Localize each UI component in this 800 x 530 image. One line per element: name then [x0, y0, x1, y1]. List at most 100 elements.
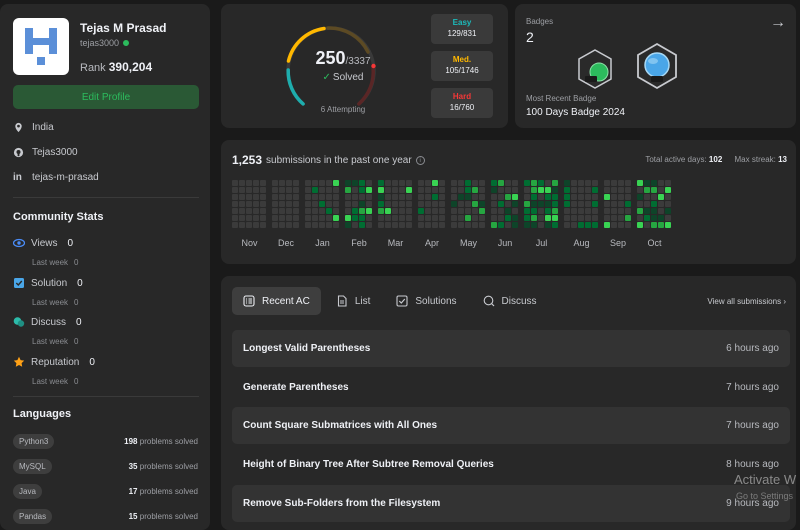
heatmap-cell[interactable]: [552, 187, 558, 193]
heatmap-cell[interactable]: [326, 201, 332, 207]
heatmap-cell[interactable]: [378, 180, 384, 186]
heatmap-cell[interactable]: [432, 201, 438, 207]
heatmap-cell[interactable]: [571, 201, 577, 207]
heatmap-cell[interactable]: [345, 194, 351, 200]
heatmap-cell[interactable]: [279, 208, 285, 214]
heatmap-cell[interactable]: [618, 215, 624, 221]
heatmap-cell[interactable]: [479, 194, 485, 200]
heatmap-cell[interactable]: [524, 215, 530, 221]
heatmap-cell[interactable]: [658, 180, 664, 186]
submission-row[interactable]: Height of Binary Tree After Subtree Remo…: [232, 446, 790, 483]
heatmap-cell[interactable]: [512, 187, 518, 193]
heatmap-cell[interactable]: [604, 194, 610, 200]
heatmap-cell[interactable]: [305, 194, 311, 200]
heatmap-cell[interactable]: [272, 222, 278, 228]
heatmap-cell[interactable]: [352, 180, 358, 186]
tab-recent-ac[interactable]: Recent AC: [232, 287, 321, 315]
heatmap-cell[interactable]: [524, 180, 530, 186]
heatmap-cell[interactable]: [531, 180, 537, 186]
heatmap-cell[interactable]: [472, 215, 478, 221]
heatmap-cell[interactable]: [604, 201, 610, 207]
heatmap-cell[interactable]: [385, 194, 391, 200]
heatmap-cell[interactable]: [425, 208, 431, 214]
heatmap-cell[interactable]: [524, 201, 530, 207]
heatmap-cell[interactable]: [279, 194, 285, 200]
heatmap-cell[interactable]: [658, 215, 664, 221]
heatmap-cell[interactable]: [465, 215, 471, 221]
heatmap-cell[interactable]: [246, 201, 252, 207]
heatmap-cell[interactable]: [385, 222, 391, 228]
heatmap-cell[interactable]: [432, 194, 438, 200]
heatmap-cell[interactable]: [512, 222, 518, 228]
heatmap-cell[interactable]: [465, 194, 471, 200]
heatmap-cell[interactable]: [319, 180, 325, 186]
heatmap-cell[interactable]: [305, 201, 311, 207]
heatmap-cell[interactable]: [585, 201, 591, 207]
heatmap-cell[interactable]: [465, 208, 471, 214]
heatmap-cell[interactable]: [604, 187, 610, 193]
heatmap-cell[interactable]: [651, 208, 657, 214]
heatmap-cell[interactable]: [232, 222, 238, 228]
heatmap-cell[interactable]: [625, 215, 631, 221]
heatmap-cell[interactable]: [491, 187, 497, 193]
heatmap-cell[interactable]: [399, 201, 405, 207]
heatmap-cell[interactable]: [319, 187, 325, 193]
heatmap-cell[interactable]: [345, 222, 351, 228]
heatmap-cell[interactable]: [406, 208, 412, 214]
heatmap-cell[interactable]: [418, 222, 424, 228]
heatmap-cell[interactable]: [293, 187, 299, 193]
heatmap-cell[interactable]: [333, 194, 339, 200]
heatmap-cell[interactable]: [578, 215, 584, 221]
heatmap-cell[interactable]: [651, 222, 657, 228]
heatmap-cell[interactable]: [552, 215, 558, 221]
difficulty-easy[interactable]: Easy 129/831: [431, 14, 493, 44]
heatmap-cell[interactable]: [545, 194, 551, 200]
heatmap-cell[interactable]: [333, 215, 339, 221]
heatmap-cell[interactable]: [552, 208, 558, 214]
heatmap-cell[interactable]: [319, 215, 325, 221]
heatmap-cell[interactable]: [585, 215, 591, 221]
heatmap-cell[interactable]: [538, 222, 544, 228]
heatmap-cell[interactable]: [451, 208, 457, 214]
heatmap-cell[interactable]: [658, 201, 664, 207]
heatmap-cell[interactable]: [359, 180, 365, 186]
heatmap-cell[interactable]: [618, 187, 624, 193]
heatmap-cell[interactable]: [451, 222, 457, 228]
heatmap-cell[interactable]: [279, 222, 285, 228]
heatmap-cell[interactable]: [458, 208, 464, 214]
heatmap-cell[interactable]: [658, 194, 664, 200]
heatmap-cell[interactable]: [392, 194, 398, 200]
heatmap-cell[interactable]: [366, 208, 372, 214]
heatmap-cell[interactable]: [352, 222, 358, 228]
heatmap-cell[interactable]: [392, 215, 398, 221]
heatmap-cell[interactable]: [651, 187, 657, 193]
heatmap-cell[interactable]: [385, 215, 391, 221]
heatmap-cell[interactable]: [286, 194, 292, 200]
heatmap-cell[interactable]: [451, 215, 457, 221]
heatmap-cell[interactable]: [611, 215, 617, 221]
heatmap-cell[interactable]: [604, 180, 610, 186]
heatmap-cell[interactable]: [326, 194, 332, 200]
heatmap-cell[interactable]: [312, 194, 318, 200]
badge-50-days-icon[interactable]: [575, 48, 615, 90]
heatmap-cell[interactable]: [305, 180, 311, 186]
heatmap-cell[interactable]: [458, 201, 464, 207]
heatmap-cell[interactable]: [232, 215, 238, 221]
heatmap-cell[interactable]: [406, 201, 412, 207]
heatmap-cell[interactable]: [425, 187, 431, 193]
heatmap-cell[interactable]: [479, 180, 485, 186]
heatmap-cell[interactable]: [538, 180, 544, 186]
heatmap-cell[interactable]: [399, 215, 405, 221]
heatmap-cell[interactable]: [406, 215, 412, 221]
heatmap-cell[interactable]: [611, 194, 617, 200]
heatmap-cell[interactable]: [406, 222, 412, 228]
heatmap-cell[interactable]: [491, 201, 497, 207]
heatmap-cell[interactable]: [246, 187, 252, 193]
heatmap-cell[interactable]: [604, 208, 610, 214]
heatmap-cell[interactable]: [418, 194, 424, 200]
heatmap-cell[interactable]: [505, 180, 511, 186]
tab-discuss[interactable]: Discuss: [472, 287, 548, 315]
heatmap-cell[interactable]: [585, 187, 591, 193]
heatmap-cell[interactable]: [312, 180, 318, 186]
heatmap-cell[interactable]: [272, 201, 278, 207]
